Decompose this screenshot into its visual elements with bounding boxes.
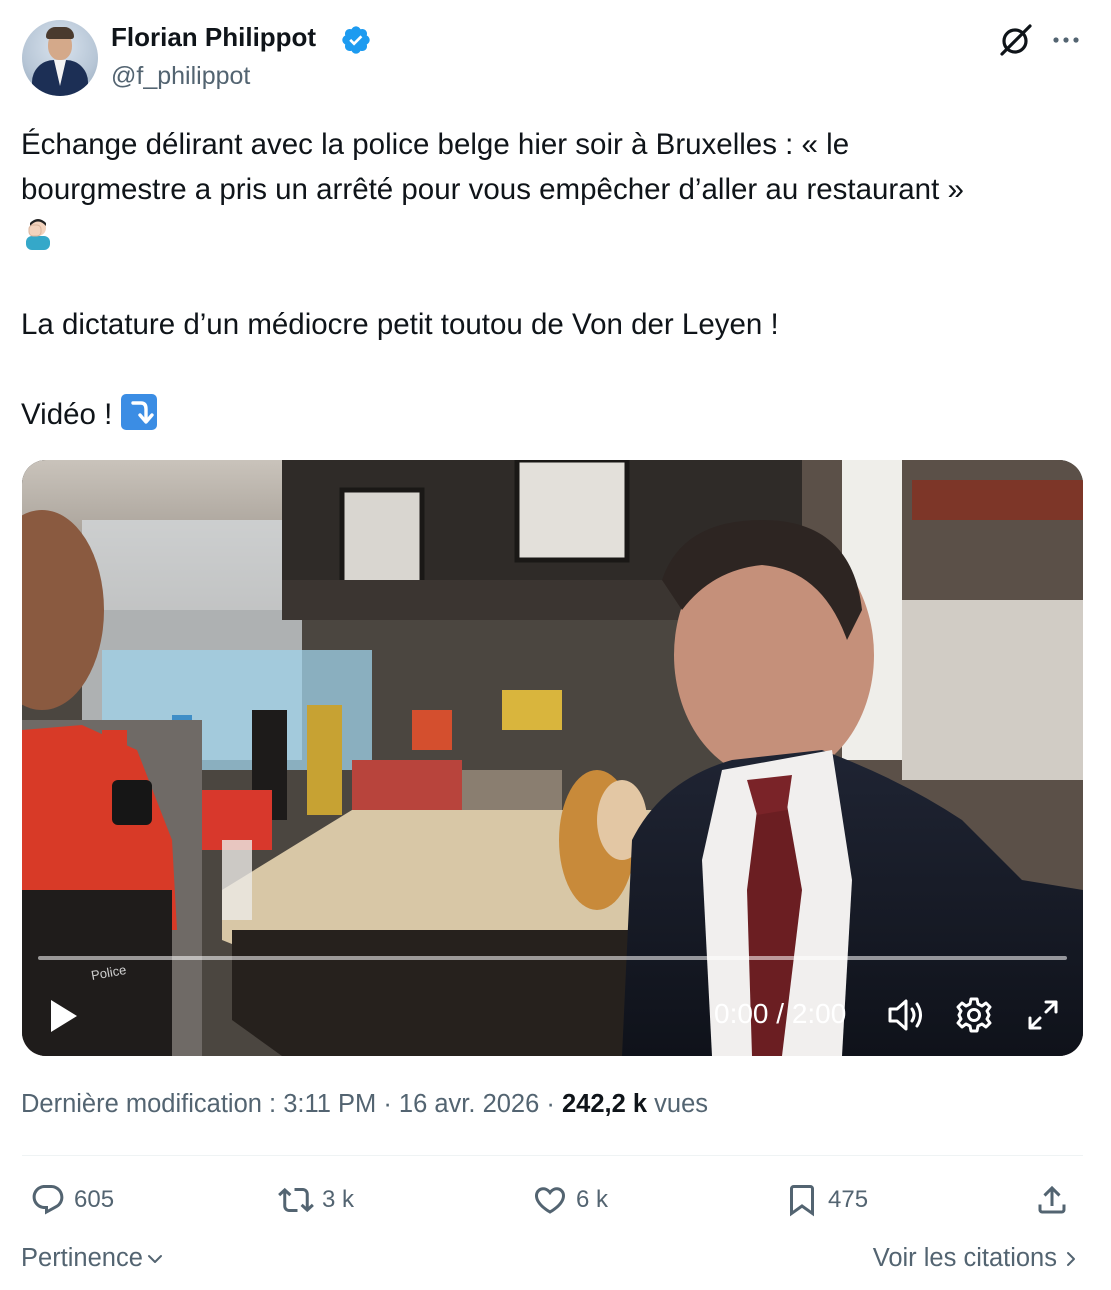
share-button[interactable]	[1034, 1180, 1078, 1220]
settings-gear-icon[interactable]	[954, 995, 994, 1035]
sort-dropdown[interactable]: Pertinence	[21, 1244, 165, 1273]
arrow-down-emoji-icon	[120, 394, 157, 430]
avatar-hair	[46, 27, 74, 39]
video-frame: Police	[22, 460, 1083, 1056]
tweet-text: Échange délirant avec la police belge hi…	[21, 122, 1081, 437]
view-quotes-link[interactable]: Voir les citations	[873, 1244, 1081, 1273]
author-avatar[interactable]	[22, 20, 98, 96]
bookmark-button[interactable]: 475	[784, 1180, 868, 1220]
author-handle[interactable]: @f_philippot	[111, 62, 250, 91]
bookmark-icon	[790, 1185, 814, 1217]
view-quotes-label: Voir les citations	[872, 1244, 1057, 1272]
repost-button[interactable]: 3 k	[278, 1180, 354, 1220]
like-button[interactable]: 6 k	[532, 1180, 608, 1220]
reply-icon	[32, 1185, 64, 1215]
author-name[interactable]: Florian Philippot	[111, 22, 316, 53]
views-label: vues	[647, 1090, 709, 1118]
repost-count: 3 k	[322, 1186, 355, 1213]
bookmark-count: 475	[828, 1186, 869, 1213]
video-time: 0:00 / 2:00	[714, 998, 847, 1029]
chevron-down-icon	[147, 1254, 162, 1263]
chevron-right-icon	[1067, 1251, 1075, 1266]
tweet-text-line4: Vidéo !	[21, 398, 121, 431]
tweet-text-line3: La dictature d’un médiocre petit toutou …	[21, 308, 779, 341]
play-icon[interactable]	[48, 998, 80, 1034]
volume-icon[interactable]	[886, 996, 926, 1034]
video-player[interactable]: Police 0:00 / 2:00	[22, 460, 1083, 1056]
tweet-text-line1: Échange délirant avec la police belge hi…	[21, 128, 850, 161]
repost-icon	[278, 1187, 314, 1213]
grok-icon[interactable]	[996, 20, 1036, 60]
like-count: 6 k	[576, 1186, 609, 1213]
fullscreen-icon[interactable]	[1024, 996, 1062, 1034]
sort-label: Pertinence	[21, 1244, 143, 1272]
facepalm-emoji-icon	[21, 216, 55, 250]
more-options-icon[interactable]	[1048, 22, 1084, 58]
tweet-meta: Dernière modification : 3:11 PM · 16 avr…	[21, 1090, 708, 1119]
views-count: 242,2 k	[561, 1090, 648, 1118]
divider	[22, 1155, 1083, 1156]
verified-badge-icon	[342, 26, 370, 54]
reply-count: 605	[74, 1186, 115, 1213]
video-progress-bar[interactable]	[38, 956, 1067, 960]
reply-button[interactable]: 605	[30, 1180, 114, 1220]
tweet-text-line2: bourgmestre a pris un arrêté pour vous e…	[21, 173, 964, 206]
tweet-timestamp[interactable]: Dernière modification : 3:11 PM · 16 avr…	[21, 1090, 562, 1118]
heart-icon	[534, 1187, 566, 1214]
share-icon	[1038, 1185, 1066, 1214]
